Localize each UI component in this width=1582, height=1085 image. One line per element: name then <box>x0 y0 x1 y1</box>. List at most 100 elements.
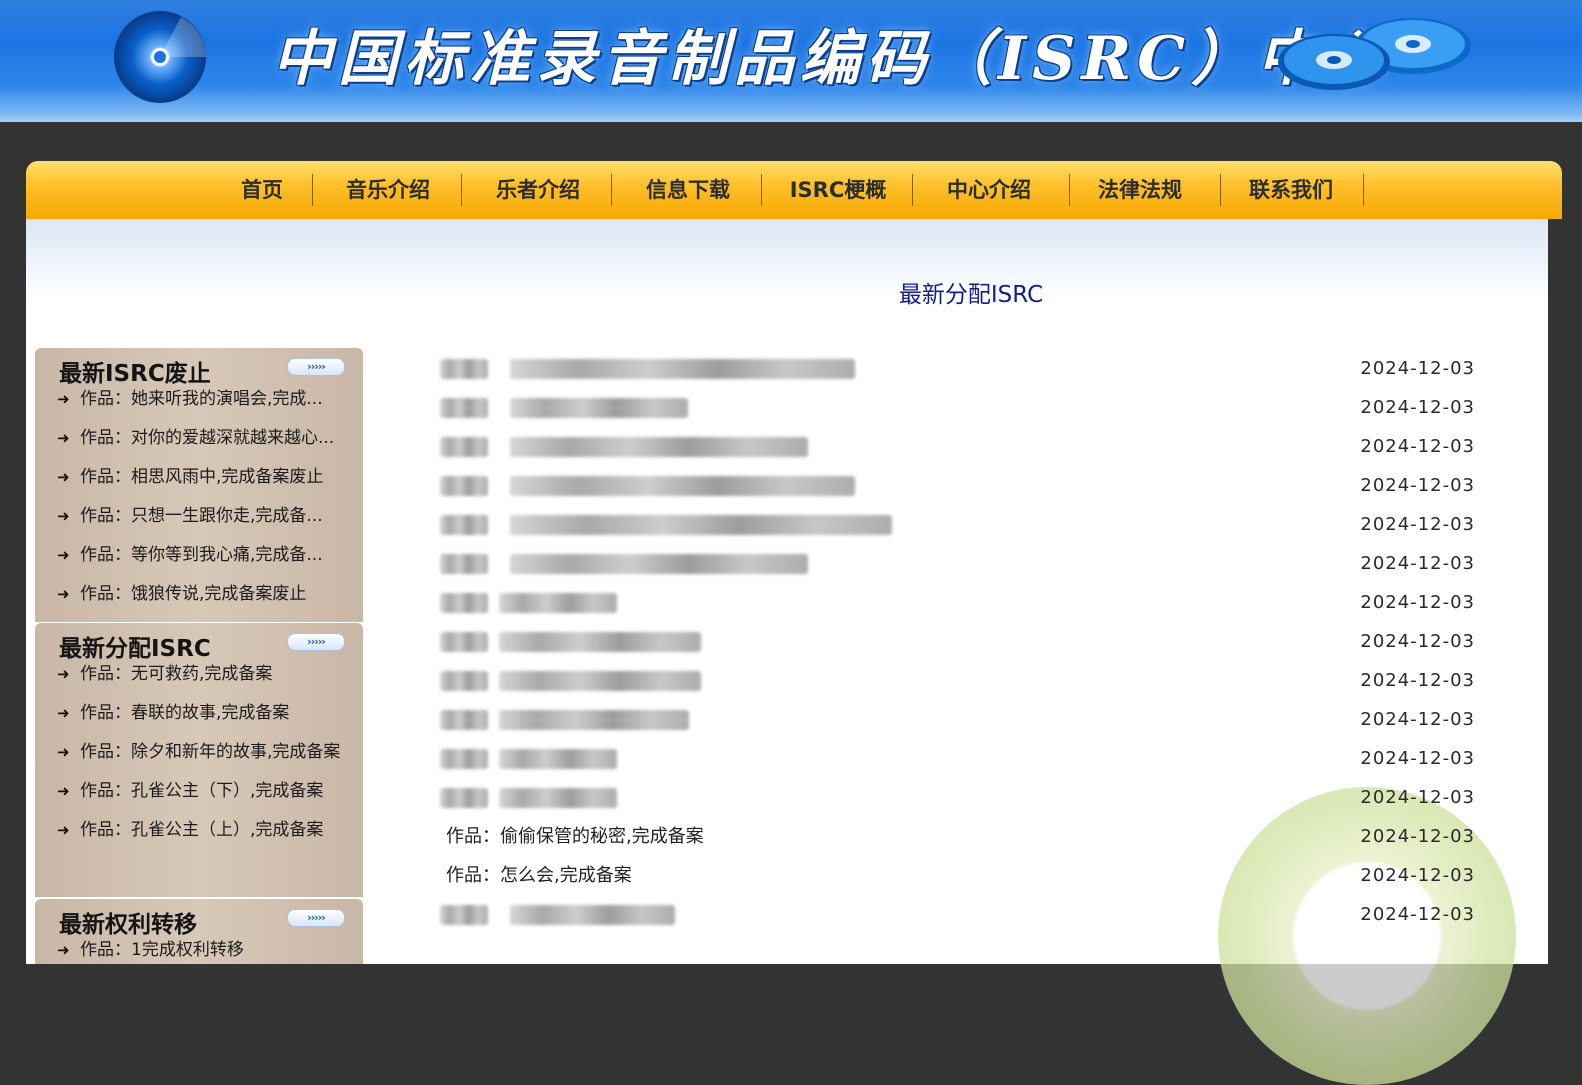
nav-home[interactable]: 首页 <box>226 161 298 219</box>
nav-laws[interactable]: 法律法规 <box>1084 161 1196 219</box>
row-title[interactable]: 作品：怎么会,完成备案 <box>446 861 632 891</box>
arrow-icon: ➜ <box>57 585 70 603</box>
list-row[interactable]: 2024-12-03 <box>435 588 1475 627</box>
list-row[interactable]: 作品：偷偷保管的秘密,完成备案 2024-12-03 <box>435 822 1475 861</box>
blurred-text <box>499 632 701 652</box>
list-row[interactable]: 作品：怎么会,完成备案 2024-12-03 <box>435 861 1475 900</box>
cd-disc-icon <box>114 11 206 103</box>
list-row[interactable]: 2024-12-03 <box>435 432 1475 471</box>
row-date: 2024-12-03 <box>1360 670 1475 691</box>
blurred-text <box>440 437 488 457</box>
nav-divider <box>1069 174 1070 206</box>
list-item[interactable]: ➜ 作品：1完成权利转移 <box>35 937 363 976</box>
list-row[interactable]: 2024-12-03 <box>435 705 1475 744</box>
header-banner: 中国标准录音制品编码（ISRC）中心 <box>0 0 1582 122</box>
blurred-text <box>510 554 808 574</box>
box-isrc-assigned: 最新分配ISRC ››››› ➜ 作品：无可救药,完成备案 ➜ 作品：春联的故事,完… <box>35 623 363 897</box>
row-date: 2024-12-03 <box>1360 553 1475 574</box>
list-item[interactable]: ➜ 作品：等你等到我心痛,完成备... <box>35 542 363 581</box>
list-row[interactable]: 2024-12-03 <box>435 783 1475 822</box>
blurred-text <box>499 749 617 769</box>
row-title[interactable]: 作品：偷偷保管的秘密,完成备案 <box>446 822 704 852</box>
list-row[interactable]: 2024-12-03 <box>435 354 1475 393</box>
list-item[interactable]: ➜ 作品：只想一生跟你走,完成备... <box>35 503 363 542</box>
more-button[interactable]: ››››› <box>287 909 345 927</box>
box-title: 最新权利转移 <box>59 912 197 938</box>
list-item[interactable]: ➜ 作品：除夕和新年的故事,完成备案 <box>35 739 363 778</box>
blurred-text <box>440 749 488 769</box>
box-title: 最新分配ISRC <box>59 636 211 662</box>
blurred-text <box>510 437 808 457</box>
blurred-text <box>499 593 617 613</box>
nav-isrc-overview[interactable]: ISRC梗概 <box>778 161 898 219</box>
list-item[interactable]: ➜ 作品：她来听我的演唱会,完成... <box>35 386 363 425</box>
list-item[interactable]: ➜ 作品：孔雀公主（下）,完成备案 <box>35 778 363 817</box>
more-button[interactable]: ››››› <box>287 358 345 376</box>
row-date: 2024-12-03 <box>1360 787 1475 808</box>
box-isrc-revoked: 最新ISRC废止 ››››› ➜ 作品：她来听我的演唱会,完成... ➜ 作品：对你… <box>35 348 363 622</box>
isrc-list: 2024-12-03 2024-12-03 2024-12-03 2024-12… <box>435 354 1475 939</box>
arrow-icon: ➜ <box>57 468 70 486</box>
nav-music-intro[interactable]: 音乐介绍 <box>332 161 444 219</box>
nav-downloads[interactable]: 信息下载 <box>632 161 744 219</box>
blurred-text <box>499 710 689 730</box>
arrow-icon: ➜ <box>57 941 70 959</box>
list-row[interactable]: 2024-12-03 <box>435 627 1475 666</box>
nav-divider <box>912 174 913 206</box>
blurred-text <box>440 359 488 379</box>
blurred-text <box>510 359 855 379</box>
row-date: 2024-12-03 <box>1360 397 1475 418</box>
blurred-text <box>510 905 675 925</box>
box-rights-transfer: 最新权利转移 ››››› ➜ 作品：1完成权利转移 <box>35 899 363 964</box>
arrow-icon: ➜ <box>57 507 70 525</box>
blurred-text <box>440 398 488 418</box>
main-content: 最新分配ISRC 最新ISRC废止 ››››› ➜ 作品：她来听我的演唱会,完成.… <box>26 219 1548 1085</box>
list-row[interactable]: 2024-12-03 <box>435 549 1475 588</box>
row-date: 2024-12-03 <box>1360 826 1475 847</box>
list-item[interactable]: ➜ 作品：相思风雨中,完成备案废止 <box>35 464 363 503</box>
main-nav: 首页 音乐介绍 乐者介绍 信息下载 ISRC梗概 中心介绍 法律法规 联系我们 <box>26 161 1562 219</box>
arrow-icon: ➜ <box>57 429 70 447</box>
list-row[interactable]: 2024-12-03 <box>435 510 1475 549</box>
row-date: 2024-12-03 <box>1360 475 1475 496</box>
arrow-icon: ➜ <box>57 782 70 800</box>
list-row[interactable]: 2024-12-03 <box>435 744 1475 783</box>
row-date: 2024-12-03 <box>1360 358 1475 379</box>
nav-divider <box>611 174 612 206</box>
site-title: 中国标准录音制品编码（ISRC）中心 <box>272 24 1390 94</box>
nav-divider <box>312 174 313 206</box>
row-date: 2024-12-03 <box>1360 904 1475 925</box>
blurred-text <box>440 476 488 496</box>
arrow-icon: ➜ <box>57 743 70 761</box>
blurred-text <box>440 788 488 808</box>
list-row[interactable]: 2024-12-03 <box>435 393 1475 432</box>
list-row[interactable]: 2024-12-03 <box>435 471 1475 510</box>
box-list: ➜ 作品：无可救药,完成备案 ➜ 作品：春联的故事,完成备案 ➜ 作品：除夕和新年的故… <box>35 661 363 856</box>
arrow-icon: ➜ <box>57 390 70 408</box>
list-item[interactable]: ➜ 作品：饿狼传说,完成备案废止 <box>35 581 363 620</box>
blurred-text <box>440 515 488 535</box>
list-item[interactable]: ➜ 作品：春联的故事,完成备案 <box>35 700 363 739</box>
blurred-text <box>440 905 488 925</box>
list-item[interactable]: ➜ 作品：无可救药,完成备案 <box>35 661 363 700</box>
box-title: 最新ISRC废止 <box>59 361 211 387</box>
nav-center-intro[interactable]: 中心介绍 <box>933 161 1045 219</box>
list-item[interactable]: ➜ 作品：对你的爱越深就越来越心... <box>35 425 363 464</box>
arrow-icon: ➜ <box>57 546 70 564</box>
list-item[interactable]: ➜ 作品：孔雀公主（上）,完成备案 <box>35 817 363 856</box>
nav-divider <box>761 174 762 206</box>
row-date: 2024-12-03 <box>1360 865 1475 886</box>
arrow-icon: ➜ <box>57 821 70 839</box>
nav-contact[interactable]: 联系我们 <box>1235 161 1347 219</box>
arrow-icon: ➜ <box>57 665 70 683</box>
blurred-text <box>440 710 488 730</box>
box-list: ➜ 作品：她来听我的演唱会,完成... ➜ 作品：对你的爱越深就越来越心... ➜ 作… <box>35 386 363 620</box>
more-button[interactable]: ››››› <box>287 633 345 651</box>
blurred-text <box>510 398 688 418</box>
blurred-text <box>510 476 855 496</box>
dvd-discs-icon <box>1278 18 1471 90</box>
nav-divider <box>461 174 462 206</box>
nav-musician-intro[interactable]: 乐者介绍 <box>482 161 594 219</box>
list-row[interactable]: 2024-12-03 <box>435 900 1475 939</box>
list-row[interactable]: 2024-12-03 <box>435 666 1475 705</box>
